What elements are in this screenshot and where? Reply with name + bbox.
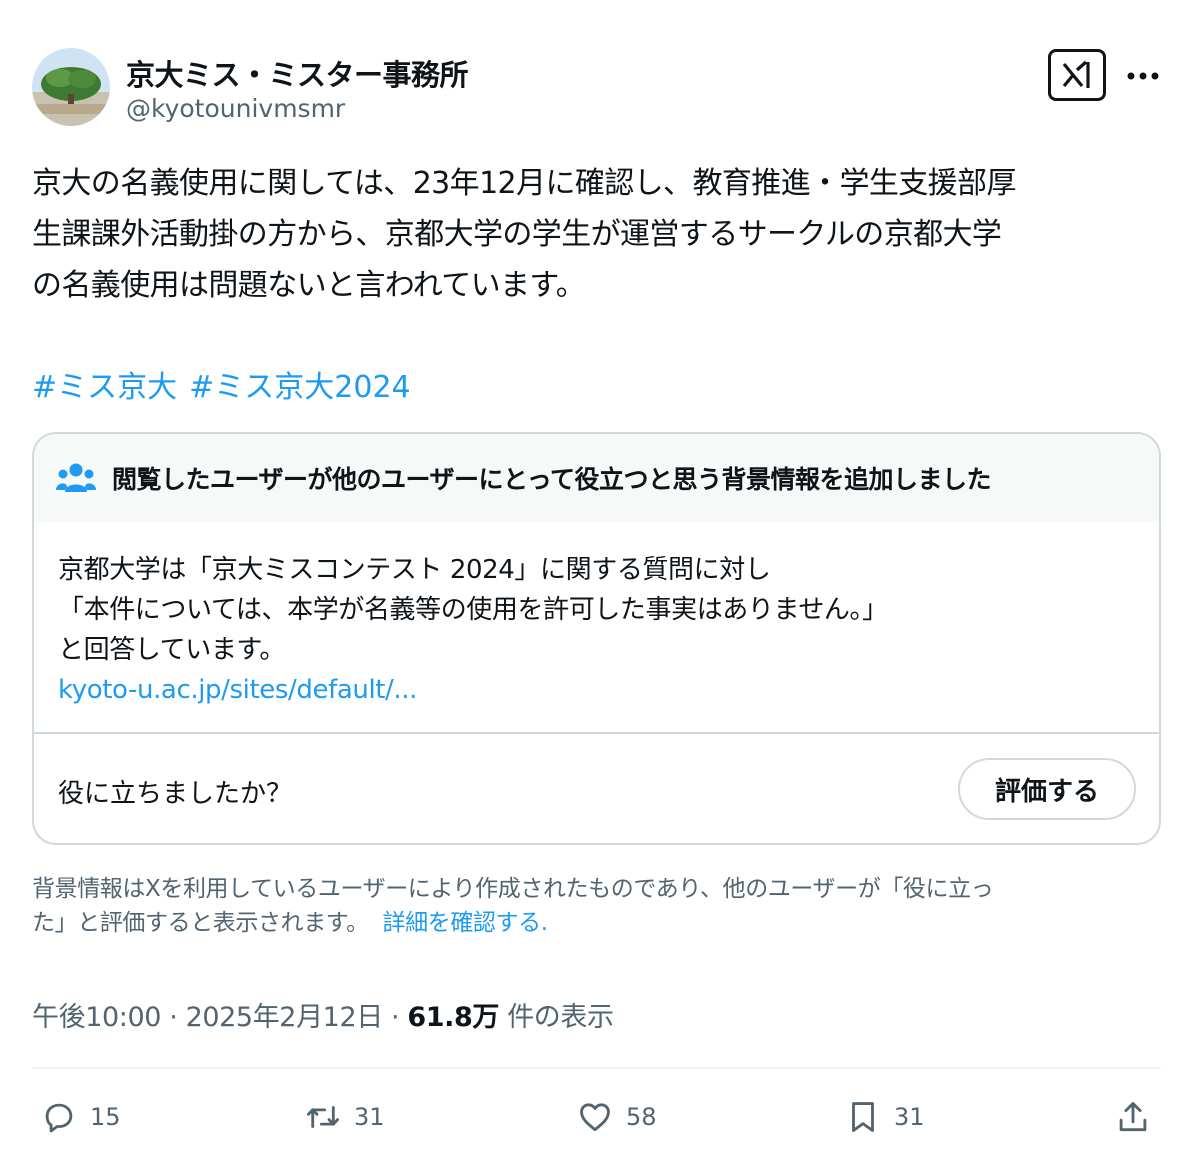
- bookmark-button[interactable]: 31: [844, 1092, 925, 1142]
- community-note-header: 閲覧したユーザーが他のユーザーにとって役立つと思う背景情報を追加しました: [34, 434, 1159, 522]
- tweet-time[interactable]: 午後10:00: [32, 1002, 161, 1033]
- grok-icon: [1062, 60, 1090, 88]
- repost-icon: [307, 1106, 339, 1128]
- divider: [34, 732, 1159, 734]
- learn-more-link[interactable]: 詳細を確認する: [383, 910, 542, 936]
- repost-button[interactable]: 31: [304, 1092, 385, 1142]
- tweet-line: の名義使用は問題ないと言われています。: [32, 268, 586, 303]
- reply-count: 15: [90, 1103, 121, 1131]
- hashtags: #ミス京大 #ミス京大2024: [32, 362, 423, 406]
- note-source-link[interactable]: kyoto-u.ac.jp/sites/default/...: [58, 670, 888, 710]
- people-icon: [56, 463, 96, 492]
- meta-separator: ·: [382, 1002, 408, 1033]
- tweet-line: 生課課外活動掛の方から、京都大学の学生が運営するサークルの京都大学: [32, 217, 1002, 252]
- view-count: 61.8万: [407, 1002, 500, 1033]
- tweet-line: 京大の名義使用に関しては、23年12月に確認し、教育推進・学生支援部厚: [32, 166, 1016, 201]
- tweet-meta: 午後10:00 · 2025年2月12日 · 61.8万 件の表示: [32, 995, 614, 1034]
- grok-button[interactable]: [1048, 49, 1106, 101]
- disclaimer-line: 背景情報はXを利用しているユーザーにより作成されたものであり、他のユーザーが「役…: [32, 876, 994, 902]
- bookmark-icon: [852, 1102, 874, 1132]
- author-name[interactable]: 京大ミス・ミスター事務所: [126, 52, 469, 94]
- repost-count: 31: [354, 1103, 385, 1131]
- tweet-text: 京大の名義使用に関しては、23年12月に確認し、教育推進・学生支援部厚 生課課外…: [32, 158, 1167, 311]
- avatar[interactable]: [32, 48, 110, 126]
- meta-separator: ·: [161, 1002, 186, 1033]
- helpful-question: 役に立ちましたか？: [58, 779, 293, 809]
- view-label: 件の表示: [499, 1002, 614, 1033]
- note-line: 京都大学は「京大ミスコンテスト 2024」に関する質問に対し: [58, 555, 771, 585]
- heart-icon: [580, 1103, 610, 1132]
- learn-more-period: .: [540, 910, 548, 936]
- share-icon: [1119, 1102, 1147, 1132]
- reply-icon: [45, 1103, 73, 1133]
- reply-button[interactable]: 15: [40, 1092, 121, 1142]
- like-count: 58: [626, 1103, 657, 1131]
- community-note-title: 閲覧したユーザーが他のユーザーにとって役立つと思う背景情報を追加しました: [112, 465, 992, 494]
- community-note-body: 京都大学は「京大ミスコンテスト 2024」に関する質問に対し 「本件については、…: [58, 550, 888, 710]
- hashtag-link[interactable]: #ミス京大: [32, 370, 177, 405]
- bookmark-count: 31: [894, 1103, 925, 1131]
- share-button[interactable]: [1114, 1092, 1152, 1142]
- divider: [32, 1067, 1161, 1069]
- rate-button[interactable]: 評価する: [958, 758, 1136, 820]
- more-icon: [1127, 72, 1159, 80]
- note-line: 「本件については、本学が名義等の使用を許可した事実はありません。」: [58, 595, 888, 625]
- hashtag-link[interactable]: #ミス京大2024: [189, 370, 410, 405]
- disclaimer-text: た」と評価すると表示されます。: [32, 910, 369, 936]
- note-line: と回答しています。: [58, 635, 286, 665]
- author-handle[interactable]: @kyotounivmsmr: [126, 94, 345, 123]
- note-disclaimer: 背景情報はXを利用しているユーザーにより作成されたものであり、他のユーザーが「役…: [32, 872, 1152, 940]
- community-note-card: 閲覧したユーザーが他のユーザーにとって役立つと思う背景情報を追加しました 京都大…: [32, 432, 1161, 845]
- like-button[interactable]: 58: [576, 1092, 657, 1142]
- tweet-date[interactable]: 2025年2月12日: [186, 1002, 384, 1033]
- disclaimer-line-2: た」と評価すると表示されます。 詳細を確認する.: [32, 906, 1152, 940]
- more-button[interactable]: [1124, 58, 1162, 94]
